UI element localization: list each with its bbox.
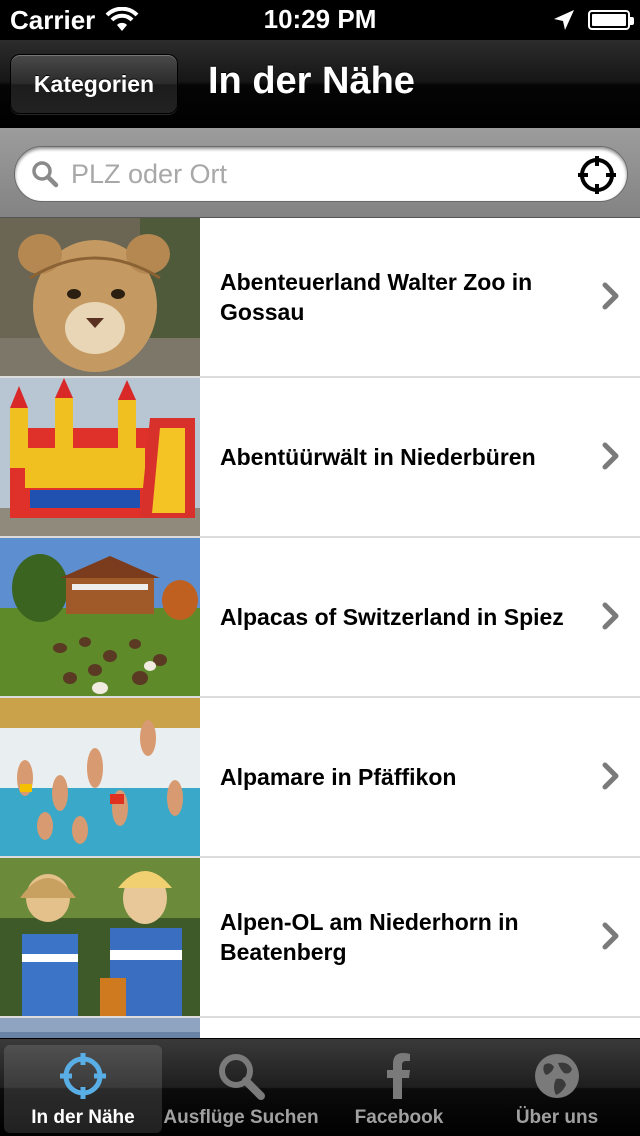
chevron-right-icon [602,282,619,310]
chevron-right-icon [602,762,619,790]
status-bar: Carrier 10:29 PM [0,0,640,40]
list-item[interactable]: Abenteuerland Walter Zoo in Gossau [0,218,640,378]
navigation-bar: Kategorien In der Nähe [0,40,640,128]
search-field[interactable] [14,146,628,202]
lion-cub-photo [0,218,200,376]
list-item[interactable]: Alpacas of Switzerland in Spiez [0,538,640,698]
location-arrow-icon [554,10,574,30]
list-item-label: Abenteuerland Walter Zoo in Gossau [220,269,533,325]
categories-button[interactable]: Kategorien [10,54,178,114]
status-time: 10:29 PM [263,4,377,34]
tab-label: Facebook [354,1107,444,1128]
water-park-photo [0,698,200,856]
chevron-right-icon [602,442,619,470]
crosshair-icon [60,1053,106,1099]
tab-label: In der Nähe [31,1107,135,1128]
bouncy-castle-photo [0,378,200,536]
tab-ausfluege-suchen[interactable]: Ausflüge Suchen [162,1045,320,1133]
tab-label: Über uns [515,1107,599,1128]
tab-label: Ausflüge Suchen [163,1107,319,1128]
search-input[interactable] [71,154,551,194]
tab-in-der-naehe[interactable]: In der Nähe [4,1045,162,1133]
search-icon [219,1054,265,1100]
list-item[interactable]: Alpamare in Pfäffikon [0,698,640,858]
tab-bar: In der Nähe Ausflüge Suchen Facebook Übe… [0,1038,640,1136]
chevron-right-icon [602,602,619,630]
status-right [552,8,634,32]
app-screen: Carrier 10:29 PM Kategorien In der Nähe [0,0,640,1136]
orienteering-photo [0,858,200,1016]
list-item-label: Alpen-OL am Niederhorn in Beatenberg [220,909,519,965]
page-title: In der Nähe [208,60,415,102]
list-item[interactable]: Abentüürwält in Niederbüren [0,378,640,538]
excursion-list: Abenteuerland Walter Zoo in Gossau Abent… [0,218,640,1136]
search-icon [32,161,59,188]
locate-me-button[interactable] [577,155,617,195]
globe-icon [535,1054,579,1098]
battery-icon [588,10,634,30]
tab-ueber-uns[interactable]: Über uns [478,1045,636,1133]
list-item[interactable]: Alpen-OL am Niederhorn in Beatenberg [0,858,640,1018]
list-item-label: Abentüürwält in Niederbüren [220,444,536,470]
list-item-label: Alpacas of Switzerland in Spiez [220,604,564,630]
list-item-label: Alpamare in Pfäffikon [220,764,457,790]
facebook-icon [387,1053,410,1099]
tab-facebook[interactable]: Facebook [320,1045,478,1133]
search-bar [0,128,640,218]
alpacas-photo [0,538,200,696]
chevron-right-icon [602,922,619,950]
